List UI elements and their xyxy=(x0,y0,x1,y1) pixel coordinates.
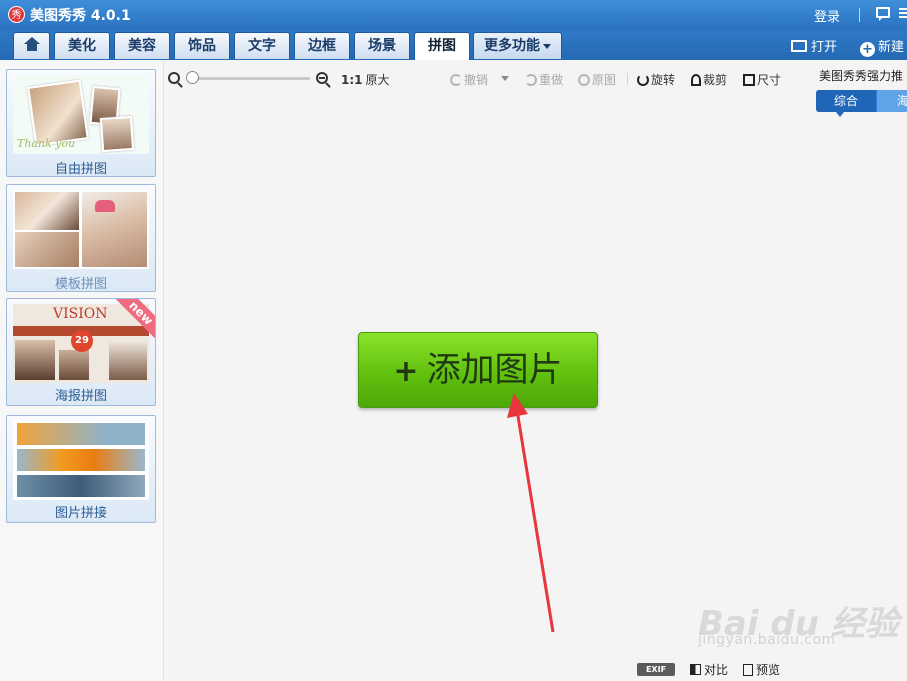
strip-thumb xyxy=(17,475,145,497)
tab-scene[interactable]: 场景 xyxy=(354,32,410,59)
plus-icon: + xyxy=(393,354,419,389)
promo-tabs: 综合 海 xyxy=(816,90,907,112)
menu-icon[interactable] xyxy=(899,8,907,18)
exif-button[interactable]: EXIF xyxy=(637,663,675,676)
arrow-shaft xyxy=(515,409,555,633)
baidu-watermark-url: jingyan.baidu.com xyxy=(698,632,836,648)
add-image-button[interactable]: + 添加图片 xyxy=(358,332,598,408)
free-collage-thumbnail: Thank you xyxy=(13,75,149,154)
photo-thumb xyxy=(99,115,135,153)
crop-label: 裁剪 xyxy=(703,73,728,87)
tab-text[interactable]: 文字 xyxy=(234,32,290,59)
template-collage-thumbnail xyxy=(13,190,149,269)
photo-thumb xyxy=(109,342,147,380)
tab-bar: 美化 美容 饰品 文字 边框 场景 拼图 更多功能 打开 + 新建 xyxy=(0,30,907,60)
promo-tab-general[interactable]: 综合 xyxy=(816,90,876,112)
original-image-label: 原图 xyxy=(592,73,617,87)
original-image-icon xyxy=(578,74,590,86)
thank-you-text: Thank you xyxy=(17,137,76,150)
tab-home[interactable] xyxy=(13,32,50,59)
open-button[interactable]: 打开 xyxy=(791,36,837,55)
undo-icon xyxy=(450,74,462,86)
poster-collage-label: 海报拼图 xyxy=(54,389,107,404)
app-logo: 秀 xyxy=(8,6,25,23)
compare-button[interactable]: 对比 xyxy=(690,661,728,678)
zoom-slider-thumb[interactable] xyxy=(186,71,199,84)
message-icon[interactable] xyxy=(876,7,890,21)
chevron-down-icon xyxy=(501,76,509,81)
resize-icon xyxy=(743,74,755,86)
free-collage-label: 自由拼图 xyxy=(54,162,107,177)
tab-beauty[interactable]: 美容 xyxy=(114,32,170,59)
rotate-icon xyxy=(637,74,649,86)
zoom-in-icon[interactable] xyxy=(316,72,328,84)
promo-tab-pointer xyxy=(836,112,844,117)
poster-collage-thumbnail: VISION 29 xyxy=(13,304,149,383)
undo-label: 撤销 xyxy=(464,73,489,87)
template-collage-label: 模板拼图 xyxy=(54,277,107,292)
photo-thumb xyxy=(15,340,55,380)
new-button[interactable]: + 新建 xyxy=(860,36,904,57)
promo-tab-second[interactable]: 海 xyxy=(877,90,907,112)
original-size-button[interactable]: 1:1 原大 xyxy=(341,71,390,88)
tab-beautify[interactable]: 美化 xyxy=(54,32,110,59)
strip-thumb xyxy=(17,423,145,445)
preview-icon xyxy=(743,664,753,676)
tab-collage[interactable]: 拼图 xyxy=(414,32,470,60)
photo-thumb xyxy=(15,192,79,230)
photo-thumb xyxy=(59,350,89,380)
add-image-label: 添加图片 xyxy=(426,350,563,390)
template-collage-card[interactable]: 模板拼图 xyxy=(6,184,156,292)
undo-history-dropdown[interactable] xyxy=(501,71,509,85)
ratio-label: 1:1 xyxy=(341,73,363,87)
app-title: 美图秀秀 4.0.1 xyxy=(30,8,131,24)
preview-label: 预览 xyxy=(756,663,781,677)
folder-icon xyxy=(791,40,807,52)
redo-button[interactable]: 重做 xyxy=(525,71,563,88)
redo-icon xyxy=(525,74,537,86)
vision-text: VISION xyxy=(53,306,108,322)
undo-button[interactable]: 撤销 xyxy=(450,71,488,88)
home-icon xyxy=(23,37,40,52)
compare-label: 对比 xyxy=(704,663,729,677)
scissors-icon xyxy=(691,74,701,86)
size-button[interactable]: 尺寸 xyxy=(743,71,781,88)
original-size-label: 原大 xyxy=(365,73,390,87)
pink-cap-shape xyxy=(95,200,115,212)
title-separator xyxy=(859,8,860,22)
original-image-button[interactable]: 原图 xyxy=(578,71,616,88)
open-label: 打开 xyxy=(811,40,838,55)
photo-thumb xyxy=(15,232,79,267)
crop-button[interactable]: 裁剪 xyxy=(691,71,727,88)
tab-more-label: 更多功能 xyxy=(484,38,540,54)
tab-frame[interactable]: 边框 xyxy=(294,32,350,59)
login-link[interactable]: 登录 xyxy=(814,6,840,25)
preview-button[interactable]: 预览 xyxy=(743,661,780,678)
rotate-button[interactable]: 旋转 xyxy=(637,71,675,88)
title-bar: 秀 美图秀秀 4.0.1 登录 xyxy=(0,0,907,30)
rotate-label: 旋转 xyxy=(651,73,676,87)
image-stitch-label: 图片拼接 xyxy=(54,506,107,521)
zoom-slider-track[interactable] xyxy=(188,77,310,80)
tab-more-features[interactable]: 更多功能 xyxy=(473,32,562,59)
strip-thumb xyxy=(17,449,145,471)
new-label: 新建 xyxy=(878,40,905,55)
redo-label: 重做 xyxy=(539,73,564,87)
zoom-out-icon[interactable] xyxy=(168,72,180,84)
free-collage-card[interactable]: Thank you 自由拼图 xyxy=(6,69,156,177)
tab-accessories[interactable]: 饰品 xyxy=(174,32,230,59)
toolbar-separator xyxy=(627,73,628,85)
plus-circle-icon: + xyxy=(860,42,875,57)
chevron-down-icon xyxy=(543,43,551,49)
image-stitch-thumbnail xyxy=(13,421,149,500)
number-badge: 29 xyxy=(71,330,93,352)
promo-title: 美图秀秀强力推 xyxy=(819,69,904,83)
image-stitch-card[interactable]: 图片拼接 xyxy=(6,415,156,523)
size-label: 尺寸 xyxy=(757,73,782,87)
poster-collage-card[interactable]: VISION 29 new 海报拼图 xyxy=(6,298,156,406)
compare-icon xyxy=(690,664,701,675)
